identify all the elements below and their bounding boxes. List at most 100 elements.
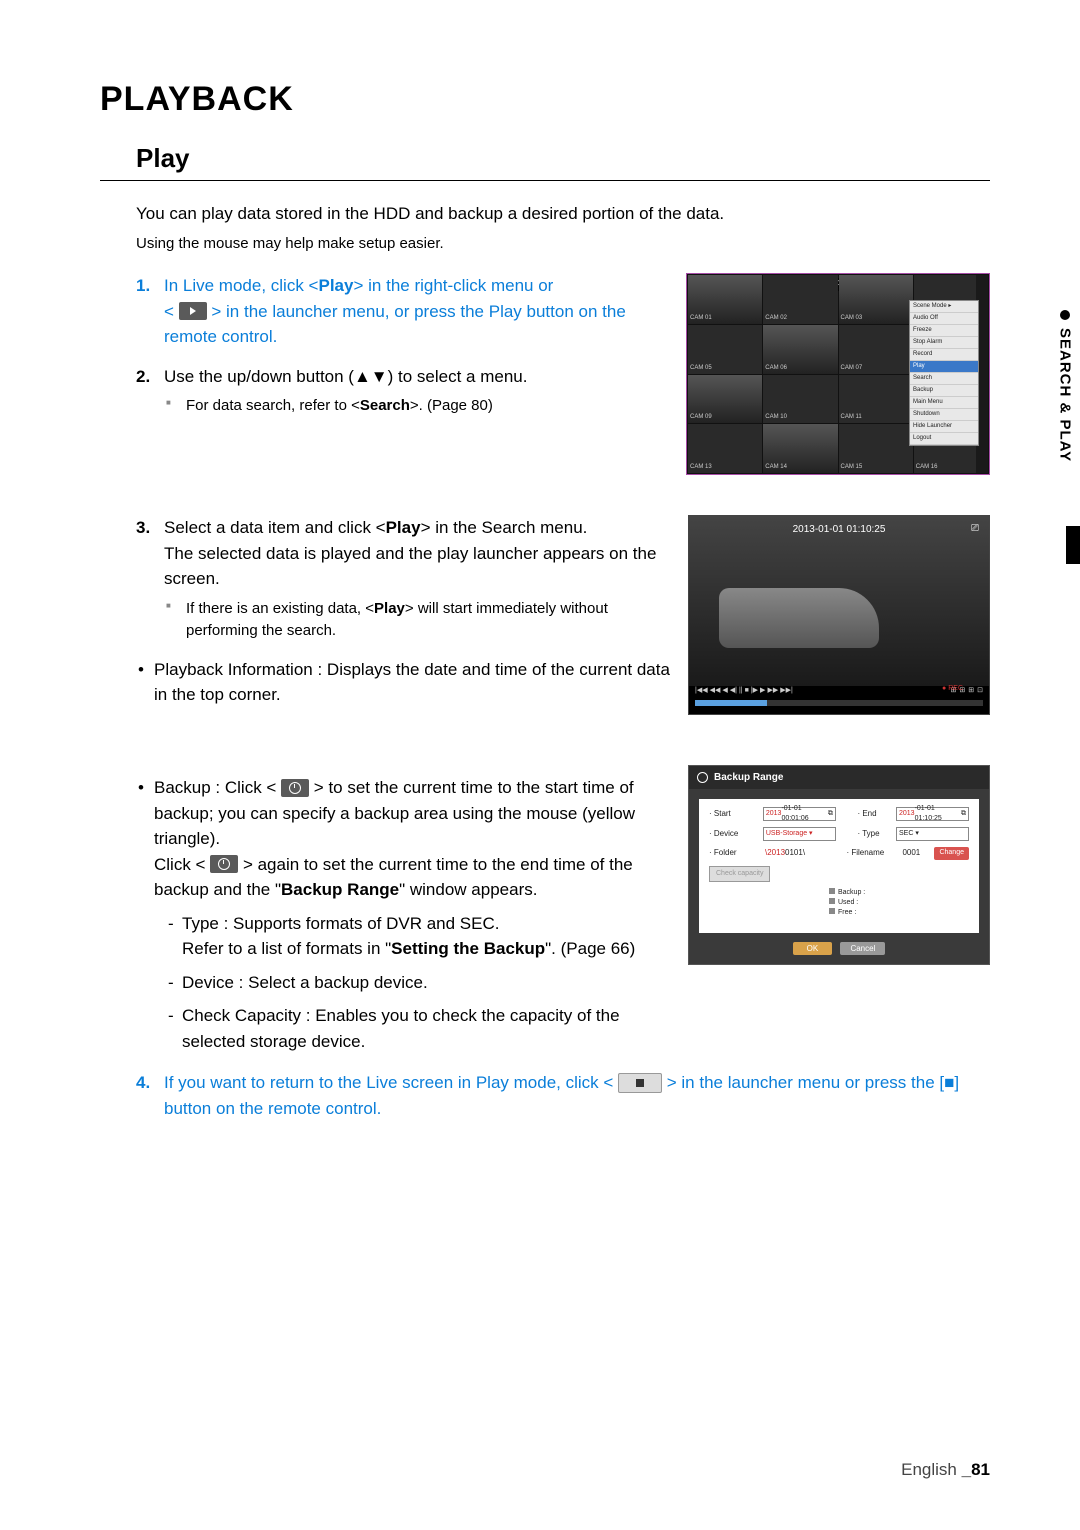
cam-label: CAM 15	[841, 463, 863, 472]
fig3-end-lbl: · End	[857, 808, 890, 820]
fig3-type-field[interactable]: SEC ▾	[896, 827, 969, 841]
section-title-play: Play	[100, 143, 990, 181]
step-2-sub-b: Search	[360, 397, 410, 414]
fig3-folder-lbl: · Folder	[709, 847, 759, 859]
fig3-check-capacity-button[interactable]: Check capacity	[709, 866, 770, 883]
step-4-a: If you want to return to the Live screen…	[164, 1073, 618, 1092]
fig3-device-lbl: · Device	[709, 828, 757, 840]
clock-icon	[281, 779, 309, 797]
step-3-sub-b: Play	[374, 600, 405, 617]
cam-label: CAM 06	[765, 364, 787, 373]
ctx-item-play[interactable]: Play	[910, 361, 978, 373]
fig1-context-menu[interactable]: Scene Mode ▸ Audio Off Freeze Stop Alarm…	[909, 300, 979, 446]
tb-stepback[interactable]: ◀|	[730, 686, 737, 697]
step-2-sub-a: For data search, refer to <	[186, 397, 360, 414]
fig2-corner-icon: ⎚	[971, 521, 979, 536]
step-4: 4. If you want to return to the Live scr…	[136, 1070, 990, 1121]
step-2: 2. Use the up/down button (▲▼) to select…	[136, 364, 668, 418]
step-1: 1. In Live mode, click <Play> in the rig…	[136, 273, 668, 350]
cam-label: CAM 13	[690, 463, 712, 472]
playback-info-bullet: Playback Information : Displays the date…	[136, 657, 670, 708]
step-3-sub: If there is an existing data, <Play> wil…	[164, 598, 670, 643]
fig2-rec: ● REC	[942, 684, 963, 695]
cam-label: CAM 01	[690, 314, 712, 323]
fig3-end-field[interactable]: 2013-01-01 01:10:25 ⧉	[896, 807, 969, 821]
step-3-a: Select a data item and click <	[164, 518, 386, 537]
tb-stepfwd[interactable]: |▶	[751, 686, 758, 697]
backup-a: Backup : Click <	[154, 778, 281, 797]
ctx-item[interactable]: Hide Launcher	[910, 421, 978, 433]
step-3-b: > in the Search menu.	[421, 518, 588, 537]
figure-live-grid: 2013-01-01 01:10:25 CAM 01 CAM 02 CAM 03…	[686, 273, 990, 475]
fig3-stats: Backup : Used : Free :	[829, 888, 969, 917]
ctx-item[interactable]: Backup	[910, 385, 978, 397]
step-3-c: The selected data is played and the play…	[164, 544, 656, 589]
side-tab-label: SEARCH & PLAY	[1057, 328, 1074, 462]
ctx-item[interactable]: Freeze	[910, 325, 978, 337]
fig3-type-lbl: · Type	[857, 828, 890, 840]
footer-sep: _	[962, 1460, 971, 1479]
step-2-text: Use the up/down button (▲▼) to select a …	[164, 367, 527, 386]
figure-playback-screen: 2013-01-01 01:10:25 ⎚ |◀◀ ◀◀ ◀ ◀| || ■ |…	[688, 515, 990, 715]
ctx-item[interactable]: Shutdown	[910, 409, 978, 421]
ctx-item[interactable]: Audio Off	[910, 313, 978, 325]
fig3-start-field[interactable]: 2013-01-01 00:01:06 ⧉	[763, 807, 836, 821]
step-1-num: 1.	[136, 273, 150, 299]
fig3-change-button[interactable]: Change	[934, 847, 969, 860]
step-2-num: 2.	[136, 364, 150, 390]
ctx-item[interactable]: Search	[910, 373, 978, 385]
step-1-text-b: > in the right-click menu or	[353, 276, 553, 295]
step-1-text-a: In Live mode, click <	[164, 276, 319, 295]
step-4-num: 4.	[136, 1070, 150, 1096]
ctx-item[interactable]: Stop Alarm	[910, 337, 978, 349]
ctx-item[interactable]: Record	[910, 349, 978, 361]
cam-label: CAM 14	[765, 463, 787, 472]
cam-label: CAM 11	[841, 413, 862, 422]
fig3-device-field[interactable]: USB-Storage ▾	[763, 827, 836, 841]
step-3-num: 3.	[136, 515, 150, 541]
clock-icon	[210, 855, 238, 873]
tb-pause[interactable]: ||	[739, 686, 743, 697]
footer-lang: English	[901, 1460, 961, 1479]
tb-last[interactable]: ▶▶|	[780, 686, 793, 697]
tb-ff[interactable]: ▶▶	[767, 686, 778, 697]
cam-label: CAM 05	[690, 364, 712, 373]
dash1-d: ". (Page 66)	[545, 939, 635, 958]
section-side-tab: SEARCH & PLAY	[1050, 310, 1080, 520]
page-footer: English _81	[901, 1460, 990, 1480]
tb-rw[interactable]: ◀◀	[710, 686, 721, 697]
tb-first[interactable]: |◀◀	[695, 686, 708, 697]
step-3-play: Play	[386, 518, 421, 537]
cam-label: CAM 07	[841, 364, 863, 373]
dash-device: Device : Select a backup device.	[154, 970, 670, 996]
step-3-sub-a: If there is an existing data, <	[186, 600, 374, 617]
ctx-item[interactable]: Scene Mode ▸	[910, 301, 978, 313]
dash1-a: Type : Supports formats of DVR and SEC.	[182, 914, 499, 933]
figure-backup-range-dialog: Backup Range · Start 2013-01-01 00:01:06…	[688, 765, 990, 965]
fig3-cancel-button[interactable]: Cancel	[840, 942, 885, 955]
backup-f: " window appears.	[399, 880, 537, 899]
tb-back[interactable]: ◀	[722, 686, 727, 697]
dash-capacity: Check Capacity : Enables you to check th…	[154, 1003, 670, 1054]
step-2-sub-c: >. (Page 80)	[410, 397, 493, 414]
fig3-ok-button[interactable]: OK	[793, 942, 833, 955]
fig2-progress[interactable]	[695, 700, 983, 706]
bullet-dot	[1060, 310, 1070, 320]
step-2-sub: For data search, refer to <Search>. (Pag…	[164, 395, 668, 418]
intro-line-2: Using the mouse may help make setup easi…	[136, 233, 990, 256]
tb-play[interactable]: ▶	[760, 686, 765, 697]
cam-label: CAM 10	[765, 413, 787, 422]
backup-bullet: Backup : Click < > to set the current ti…	[136, 775, 670, 903]
step-1-text-d: > in the launcher menu, or press the Pla…	[164, 302, 626, 347]
ctx-item[interactable]: Main Menu	[910, 397, 978, 409]
fig2-timestamp: 2013-01-01 01:10:25	[793, 522, 886, 537]
ctx-item[interactable]: Logout	[910, 433, 978, 445]
dash1-b: Refer to a list of formats in "	[182, 939, 391, 958]
intro-line-1: You can play data stored in the HDD and …	[136, 201, 990, 227]
tb-stop[interactable]: ■	[745, 686, 749, 697]
step-3: 3. Select a data item and click <Play> i…	[136, 515, 670, 643]
dash-type: Type : Supports formats of DVR and SEC. …	[154, 911, 670, 962]
fig3-title: Backup Range	[714, 770, 783, 785]
cam-label: CAM 03	[841, 314, 863, 323]
cam-label: CAM 02	[765, 314, 787, 323]
